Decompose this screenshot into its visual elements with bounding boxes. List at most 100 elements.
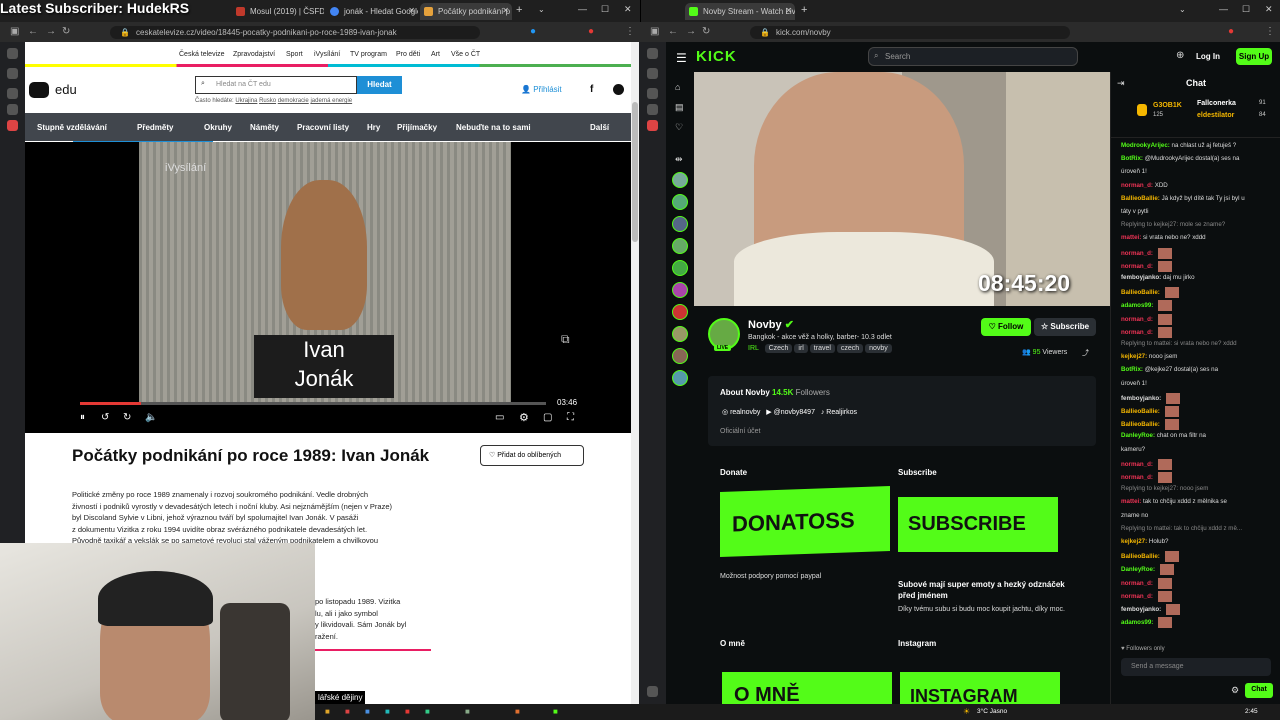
nav-link[interactable]: Sport	[286, 51, 303, 58]
chat-input[interactable]: Send a message	[1121, 658, 1271, 676]
tag[interactable]: travel	[809, 344, 835, 353]
followed-channel-avatar[interactable]	[672, 172, 688, 188]
chat-username[interactable]: BotRix:	[1121, 366, 1143, 373]
followed-channel-avatar[interactable]	[672, 238, 688, 254]
often-link[interactable]: Rusko	[259, 98, 276, 104]
nav-link[interactable]: Vše o ČT	[451, 51, 480, 58]
subscribe-banner[interactable]: SUBSCRIBE	[898, 497, 1058, 552]
extension-icon[interactable]: ●	[588, 26, 594, 37]
minimize-icon[interactable]: —	[578, 4, 587, 14]
category-link[interactable]: IRL	[748, 345, 759, 352]
ct-search-button[interactable]: Hledat	[357, 76, 402, 94]
subscribe-button[interactable]: ☆ Subscribe	[1034, 318, 1096, 336]
signup-button[interactable]: Sign Up	[1236, 48, 1272, 65]
url-field[interactable]: 🔒 kick.com/novby	[750, 26, 1070, 39]
back-icon[interactable]: ←	[668, 26, 678, 37]
social-link[interactable]: Realjirkos	[826, 409, 857, 416]
history-icon[interactable]	[7, 88, 18, 99]
taskbar-app-icon[interactable]: ■	[365, 707, 370, 716]
chat-username[interactable]: BallieoBallie:	[1121, 408, 1160, 415]
chat-send-button[interactable]: Chat	[1245, 683, 1273, 698]
nav-link[interactable]: TV program	[350, 51, 387, 58]
chat-username[interactable]: mattei:	[1121, 498, 1141, 505]
hamburger-icon[interactable]: ☰	[676, 51, 687, 65]
chat-username[interactable]: kejkej27:	[1121, 353, 1147, 360]
nav-link[interactable]: iVysílání	[314, 51, 340, 58]
fullscreen-icon[interactable]: ⛶	[567, 412, 574, 423]
chat-username[interactable]: ModrookyArijec:	[1121, 142, 1170, 149]
chat-username[interactable]: norman_d:	[1121, 461, 1153, 468]
forward-icon[interactable]: →	[686, 26, 696, 37]
star-icon[interactable]	[7, 104, 18, 115]
tag[interactable]: irl	[794, 344, 808, 353]
followed-channel-avatar[interactable]	[672, 348, 688, 364]
menu-item[interactable]: Nebuďte na to sami	[456, 123, 531, 132]
taskbar-app-icon[interactable]: ■	[425, 707, 430, 716]
kick-logo[interactable]: KICK	[696, 48, 737, 65]
menu-item[interactable]: Stupně vzdělávání	[37, 123, 107, 132]
chat-username[interactable]: adamos99:	[1121, 619, 1153, 626]
chat-username[interactable]: DanleyRoe:	[1121, 567, 1155, 574]
forward-icon[interactable]: ↻	[123, 412, 131, 423]
tab-ct-edu[interactable]: Počátky podnikání p ✕	[420, 3, 512, 20]
taskbar-app-icon[interactable]: ■	[405, 707, 410, 716]
tag[interactable]: novby	[865, 344, 892, 353]
pip-icon[interactable]: ⧉	[561, 332, 570, 347]
chat-username[interactable]: femboyjanko:	[1121, 395, 1161, 402]
taskbar-app-icon[interactable]: ■	[553, 707, 558, 716]
close-icon[interactable]: ✕	[785, 6, 792, 15]
chat-username[interactable]: norman_d:	[1121, 329, 1153, 336]
donate-banner[interactable]: DONATOSS	[720, 486, 890, 557]
chat-username[interactable]: norman_d:	[1121, 593, 1153, 600]
chat-username[interactable]: BallieoBallie:	[1121, 421, 1160, 428]
followed-channel-avatar[interactable]	[672, 370, 688, 386]
followed-channel-avatar[interactable]	[672, 260, 688, 276]
taskbar-app-icon[interactable]: ■	[345, 707, 350, 716]
followed-channel-avatar[interactable]	[672, 194, 688, 210]
nav-link[interactable]: Česká televize	[179, 51, 225, 58]
sidebar-toggle-icon[interactable]: ▣	[650, 26, 659, 37]
kick-search-input[interactable]: ⌕ Search	[868, 47, 1078, 66]
settings-icon[interactable]: ⚙	[519, 411, 529, 424]
social-link[interactable]: realnovby	[730, 409, 760, 416]
chevron-down-icon[interactable]: ⌄	[1179, 5, 1186, 14]
nav-link[interactable]: Pro děti	[396, 51, 420, 58]
scrollbar[interactable]	[631, 42, 639, 720]
chat-username[interactable]: adamos99:	[1121, 303, 1153, 310]
often-link[interactable]: jaderná energie	[310, 98, 352, 104]
subtitles-icon[interactable]: ▭	[495, 412, 504, 423]
close-icon[interactable]: ✕	[408, 6, 415, 15]
extension-icon[interactable]	[7, 120, 18, 131]
pause-icon[interactable]: ⏸	[80, 412, 85, 423]
sidebar-icon[interactable]	[647, 68, 658, 79]
sidebar-icon[interactable]	[7, 68, 18, 79]
chat-username[interactable]: kejkej27:	[1121, 538, 1147, 545]
chat-username[interactable]: BallieoBallie:	[1121, 289, 1160, 296]
browse-icon[interactable]: ▤	[675, 102, 684, 113]
menu-icon[interactable]: ⋮	[625, 26, 635, 37]
facebook-icon[interactable]: f	[590, 84, 593, 95]
chat-username[interactable]: norman_d:	[1121, 316, 1153, 323]
close-window-icon[interactable]: ✕	[624, 4, 632, 15]
followed-channel-avatar[interactable]	[672, 326, 688, 342]
streamer-name[interactable]: Novby ✔	[748, 318, 794, 331]
menu-item[interactable]: Okruhy	[204, 123, 232, 132]
social-link[interactable]: @novby8497	[774, 409, 815, 416]
rewind-icon[interactable]: ↺	[101, 412, 109, 423]
close-icon[interactable]: ✕	[502, 6, 509, 15]
extension-icon[interactable]: ●	[1228, 26, 1234, 37]
login-link[interactable]: 👤 Přihlásit	[521, 85, 562, 94]
settings-icon[interactable]	[647, 686, 658, 697]
following-icon[interactable]: ♡	[675, 122, 683, 133]
video-progress-bar[interactable]	[80, 402, 546, 405]
follow-button[interactable]: ♡ Follow	[981, 318, 1031, 336]
menu-item[interactable]: Předměty	[137, 123, 173, 132]
nav-link[interactable]: Zpravodajství	[233, 51, 275, 58]
minimize-icon[interactable]: —	[1219, 4, 1228, 14]
extension-icon[interactable]	[647, 120, 658, 131]
often-link[interactable]: Ukrajina	[235, 98, 257, 104]
chat-username[interactable]: femboyjanko:	[1121, 274, 1161, 281]
tab-google[interactable]: jonák - Hledat Googlem✕	[326, 3, 418, 20]
reload-icon[interactable]: ↻	[702, 26, 710, 37]
stream-video[interactable]: 08:45:20	[694, 72, 1110, 306]
